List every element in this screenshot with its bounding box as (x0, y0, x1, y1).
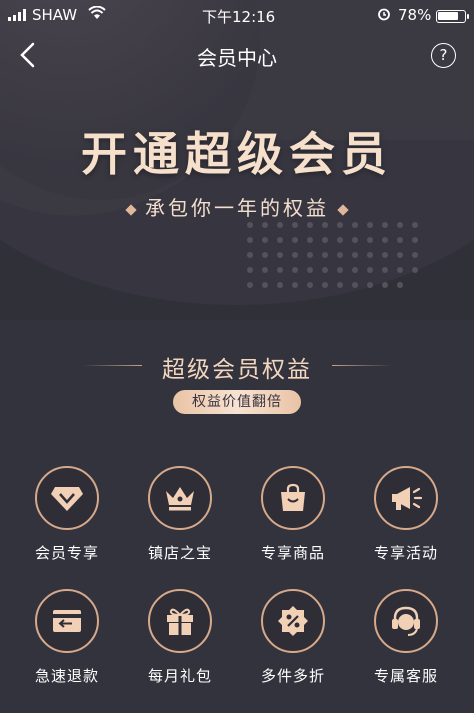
status-bar: SHAW 下午12:16 78% (0, 0, 474, 30)
benefit-label: 急速退款 (34, 667, 99, 685)
diamond-bullet-icon (337, 203, 349, 216)
benefit-item-store-treasure[interactable]: 镇店之宝 (130, 466, 230, 576)
benefit-label: 多件多折 (260, 667, 325, 685)
hero-subtitle-row: 承包你一年的权益 (0, 192, 474, 221)
help-button[interactable]: ? (431, 43, 456, 68)
page-title: 会员中心 (197, 46, 277, 70)
carrier-name: SHAW (32, 6, 78, 24)
hero-subtitle: 承包你一年的权益 (145, 196, 329, 220)
benefits-header: 超级会员权益 (0, 348, 474, 383)
crown-icon (148, 466, 212, 530)
benefit-item-monthly-gift[interactable]: 每月礼包 (130, 589, 230, 699)
wifi-icon (88, 5, 106, 24)
benefit-label: 镇店之宝 (147, 544, 212, 562)
gift-icon (148, 589, 212, 653)
benefit-item-exclusive-service[interactable]: 专属客服 (356, 589, 456, 699)
discount-tag-icon (261, 589, 325, 653)
refund-card-icon (35, 589, 99, 653)
customer-service-icon (374, 589, 438, 653)
benefit-label: 专享商品 (260, 544, 325, 562)
clock-time: 下午12:16 (202, 8, 276, 26)
benefit-label: 会员专享 (34, 544, 99, 562)
diamond-icon (35, 466, 99, 530)
benefit-label: 每月礼包 (147, 667, 212, 685)
benefit-label: 专属客服 (373, 667, 438, 685)
benefits-badge: 权益价值翻倍 (173, 390, 301, 414)
battery-percentage: 78% (398, 6, 432, 24)
battery-icon (436, 10, 469, 23)
benefit-item-multi-discount[interactable]: 多件多折 (243, 589, 343, 699)
benefit-item-exclusive-products[interactable]: 专享商品 (243, 466, 343, 576)
shopping-bag-icon (261, 466, 325, 530)
benefits-title: 超级会员权益 (162, 357, 312, 383)
signal-icon (8, 9, 26, 21)
megaphone-icon (374, 466, 438, 530)
divider-right (332, 365, 392, 366)
benefit-label: 专享活动 (373, 544, 438, 562)
benefit-item-exclusive-events[interactable]: 专享活动 (356, 466, 456, 576)
diamond-bullet-icon (125, 203, 137, 216)
benefit-item-member-exclusive[interactable]: 会员专享 (17, 466, 117, 576)
benefit-item-fast-refund[interactable]: 急速退款 (17, 589, 117, 699)
hero-title: 开通超级会员 (81, 127, 393, 181)
alarm-icon (377, 7, 391, 25)
